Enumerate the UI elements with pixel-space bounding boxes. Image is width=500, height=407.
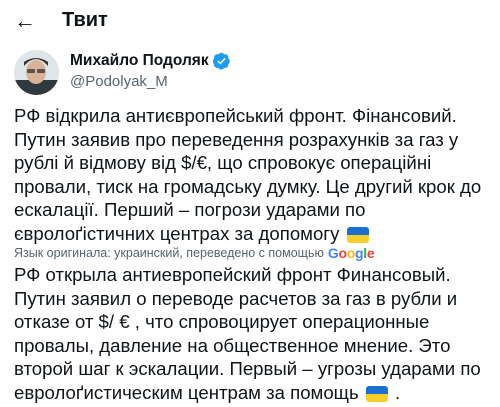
avatar[interactable] bbox=[14, 50, 59, 95]
arrow-left-icon: ← bbox=[14, 8, 36, 33]
verified-badge-icon bbox=[212, 52, 230, 70]
tweet-author: Михайло Подоляк @Podolyak_M bbox=[0, 50, 500, 96]
tweet-text-translated: РФ открыла антиевропейский фронт Финансо… bbox=[14, 263, 494, 404]
ukraine-flag-icon bbox=[365, 385, 388, 402]
ukraine-flag-icon bbox=[346, 226, 369, 243]
tweet-text-ru-ending: . bbox=[395, 381, 401, 403]
author-name[interactable]: Михайло Подоляк bbox=[70, 52, 209, 70]
author-name-row[interactable]: Михайло Подоляк bbox=[70, 52, 231, 70]
translation-note-text: Язык оригинала: украинский, переведено с… bbox=[14, 246, 324, 260]
tweet-text-original: РФ відкрила антиєвропейський фронт. Фіна… bbox=[14, 104, 494, 245]
tweet-text-uk: РФ відкрила антиєвропейський фронт. Фіна… bbox=[14, 105, 482, 244]
top-bar: ← Твит bbox=[0, 0, 500, 42]
back-button[interactable]: ← bbox=[12, 8, 38, 34]
google-logo: Google bbox=[327, 245, 375, 261]
translation-note: Язык оригинала: украинский, переведено с… bbox=[14, 245, 375, 261]
tweet-text-ru: РФ открыла антиевропейский фронт Финансо… bbox=[14, 264, 481, 403]
page-title: Твит bbox=[62, 9, 108, 31]
author-handle[interactable]: @Podolyak_M bbox=[70, 73, 168, 90]
avatar-image bbox=[14, 50, 59, 95]
